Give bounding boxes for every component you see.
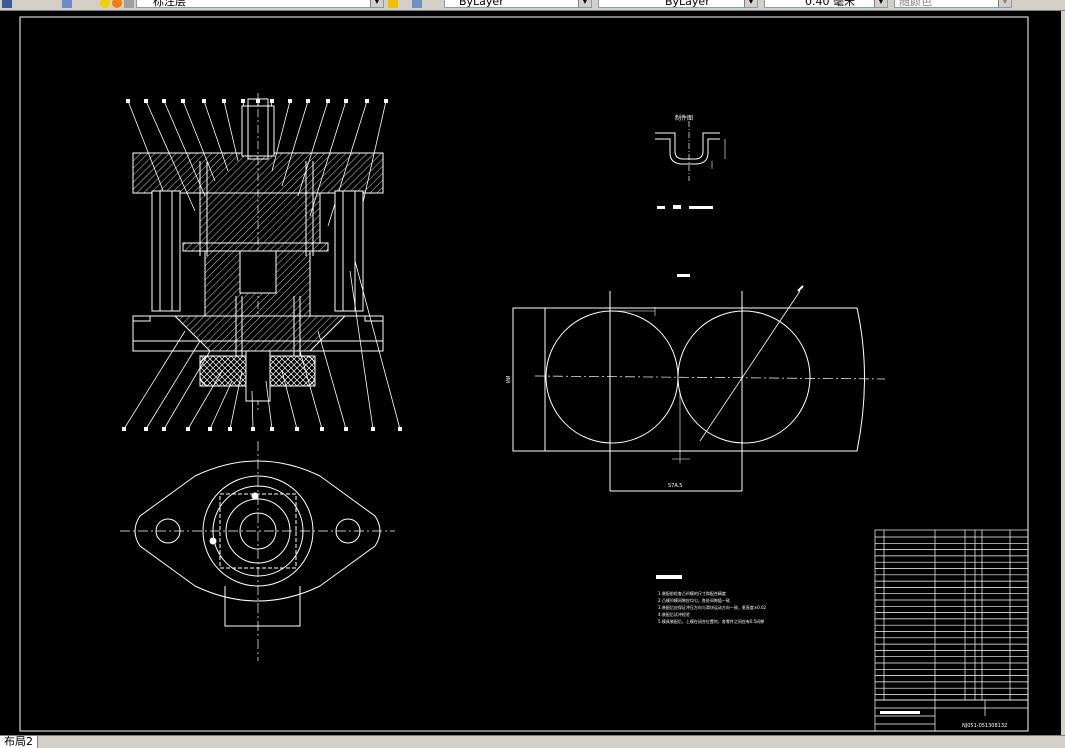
dim-vertical: ИИ	[506, 375, 512, 383]
app-icon[interactable]	[2, 0, 12, 8]
plotstyle-dropdown-value: 随颜色	[899, 0, 932, 8]
tech-req-line-1: 1.装配前检查凸凹模的尺寸和配合精度	[658, 590, 726, 596]
part-drawing: 制件图	[655, 114, 726, 277]
lineweight-dropdown[interactable]: 0.40 毫米 ▼	[764, 0, 888, 8]
color-dropdown[interactable]: ByLayer ▼	[444, 0, 592, 8]
make-layer-current-icon[interactable]	[388, 0, 398, 8]
drawing-canvas[interactable]: 制件图 ИИ S7A.5 1.装配前检查凸凹模的尺寸和配合精度 2.凸模凹模间隙…	[0, 11, 1065, 735]
bulb-icon[interactable]	[100, 0, 110, 8]
tech-req-line-4: 4.装配后试冲检验	[658, 611, 690, 617]
previous-layer-icon[interactable]	[412, 0, 422, 8]
vertical-scrollbar[interactable]	[1061, 11, 1065, 735]
tech-req-line-5: 5.模具装配后，上模在闭合位置时，各零件之间应有0.5间隙	[658, 618, 764, 624]
dim-horizontal: S7A.5	[668, 483, 682, 489]
layer-manager-icon[interactable]	[62, 0, 72, 8]
top-leader-dots	[126, 99, 388, 103]
chevron-down-icon: ▼	[998, 0, 1011, 7]
tech-requirements: 1.装配前检查凸凹模的尺寸和配合精度 2.凸模凹模间隙应均匀，各处间隙值一致 3…	[656, 575, 767, 624]
chevron-down-icon: ▼	[744, 0, 757, 7]
parts-list	[874, 529, 1029, 701]
sun-icon[interactable]	[112, 0, 122, 8]
chevron-down-icon: ▼	[578, 0, 591, 7]
properties-toolbar: 标注层 ▼ ByLayer ▼ ByLayer ▼ 0.40 毫米 ▼ 随颜色 …	[0, 0, 1065, 11]
lock-icon[interactable]	[124, 0, 134, 8]
linetype-dropdown-value: ByLayer	[665, 0, 710, 8]
title-block: NJ051-051308132	[874, 699, 1029, 732]
drawing-border	[19, 16, 1029, 732]
tech-req-line-2: 2.凸模凹模间隙应均匀，各处间隙值一致	[658, 597, 730, 603]
linetype-dropdown[interactable]: ByLayer ▼	[598, 0, 758, 8]
layout-tabs-bar: 布局2	[0, 735, 1065, 748]
part-view-title: 制件图	[675, 114, 693, 122]
strip-layout: ИИ S7A.5	[506, 285, 886, 492]
die-section-view	[122, 93, 402, 431]
die-plan-view	[120, 441, 395, 661]
lineweight-dropdown-value: 0.40 毫米	[805, 0, 855, 8]
layer-dropdown-value: 标注层	[153, 0, 186, 8]
chevron-down-icon: ▼	[874, 0, 887, 7]
layer-dropdown[interactable]: 标注层 ▼	[136, 0, 384, 8]
tech-req-line-3: 3.装配后应保证冲压方向与滑块运动方向一致，垂直度±0.02	[658, 604, 767, 610]
chevron-down-icon: ▼	[370, 0, 383, 7]
bottom-leader-dots	[122, 427, 402, 431]
plotstyle-dropdown[interactable]: 随颜色 ▼	[894, 0, 1012, 8]
drawing-number: NJ051-051308132	[962, 723, 1007, 729]
color-dropdown-value: ByLayer	[459, 0, 504, 8]
tab-layout2[interactable]: 布局2	[0, 736, 38, 748]
